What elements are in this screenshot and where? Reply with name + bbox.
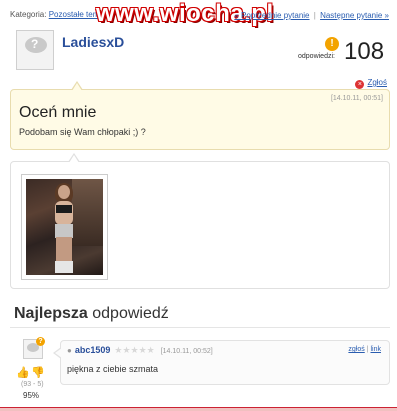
vote-percent: 95% [23, 391, 40, 400]
answer-links: zgłoś | link [348, 346, 381, 353]
bottom-border [0, 407, 397, 411]
vote-counts: (93 - 5) [21, 381, 44, 388]
prev-question-link[interactable]: « Poprzednie pytanie [234, 11, 309, 20]
thumb-down-icon[interactable]: 👎 [31, 366, 45, 379]
attachment-box [10, 153, 390, 289]
next-question-link[interactable]: Następne pytanie » [320, 11, 389, 20]
exclamation-badge-icon: ? [36, 337, 45, 346]
answer-timestamp: [14.10.11, 00:52] [160, 348, 213, 355]
breadcrumb-prefix: Kategoria: [10, 10, 47, 19]
report-answer-link[interactable]: zgłoś [348, 346, 364, 353]
attachment-thumbnail[interactable] [21, 174, 108, 280]
report-icon: × [355, 80, 365, 89]
divider [10, 327, 390, 328]
rating-stars: ★★★★★ [114, 345, 155, 355]
answer-permalink[interactable]: link [370, 346, 381, 353]
nav-separator: | [313, 11, 316, 20]
question-title: Oceń mnie [19, 104, 97, 121]
answers-label: odpowiedzi: [298, 53, 335, 60]
asker-avatar[interactable]: ? [16, 30, 54, 70]
attachment-photo [26, 179, 103, 275]
best-answer-heading-rest: odpowiedź [87, 305, 169, 322]
answers-badge-icon: ! [325, 37, 339, 51]
answers-count: 108 [344, 38, 385, 65]
question-mark-icon: ? [31, 37, 39, 51]
thumb-up-icon[interactable]: 👍 [16, 366, 30, 379]
asker-username[interactable]: LadiesxD [62, 34, 124, 50]
best-answer-box: ● abc1509 ★★★★★ [14.10.11, 00:52] zgłoś | l… [53, 340, 390, 385]
answer-text: piękna z ciebie szmata [67, 364, 159, 374]
top-bar: Kategoria: Pozostałe tematy www.wiocha.p… [0, 0, 397, 27]
report-question-button[interactable]: × Zgłoś [355, 78, 387, 89]
report-label: Zgłoś [367, 78, 387, 87]
question-text: Podobam się Wam chłopaki ;) ? [19, 127, 146, 137]
question-box: [14.10.11, 00:51] Oceń mnie Podobam się … [10, 81, 390, 150]
answer-header: ● abc1509 ★★★★★ [14.10.11, 00:52] [67, 345, 213, 356]
bullet-icon: ● [67, 346, 72, 355]
question-nav: « Poprzednie pytanie | Następne pytanie … [234, 11, 389, 20]
answer-username[interactable]: abc1509 [75, 345, 111, 355]
answerer-avatar[interactable]: ? [23, 337, 45, 359]
best-answer-heading: Najlepsza odpowiedź [14, 305, 169, 323]
answer-links-separator: | [366, 346, 369, 353]
best-answer-heading-bold: Najlepsza [14, 305, 88, 322]
question-timestamp: [14.10.11, 00:51] [330, 95, 383, 102]
